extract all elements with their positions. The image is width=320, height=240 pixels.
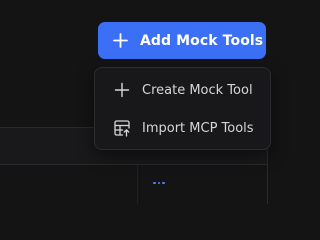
page: Add Mock Tools Create Mock Tool Import M…	[0, 0, 285, 204]
more-horizontal-icon[interactable]	[151, 178, 167, 188]
add-tools-dropdown-menu: Create Mock Tool Import MCP Tools	[94, 67, 271, 150]
add-mock-tools-button[interactable]: Add Mock Tools	[98, 22, 266, 59]
column-divider	[137, 165, 138, 204]
menu-item-import-mcp-tools[interactable]: Import MCP Tools	[95, 110, 270, 146]
plus-icon	[114, 82, 130, 98]
more-dot	[162, 181, 165, 185]
add-mock-tools-label: Add Mock Tools	[140, 32, 264, 49]
more-dot	[157, 181, 161, 185]
menu-item-label: Create Mock Tool	[142, 82, 253, 98]
menu-item-label: Import MCP Tools	[142, 120, 254, 136]
table-import-icon	[114, 120, 130, 137]
plus-icon	[113, 33, 128, 48]
menu-item-create-mock-tool[interactable]: Create Mock Tool	[95, 72, 270, 108]
more-dot	[153, 181, 156, 185]
